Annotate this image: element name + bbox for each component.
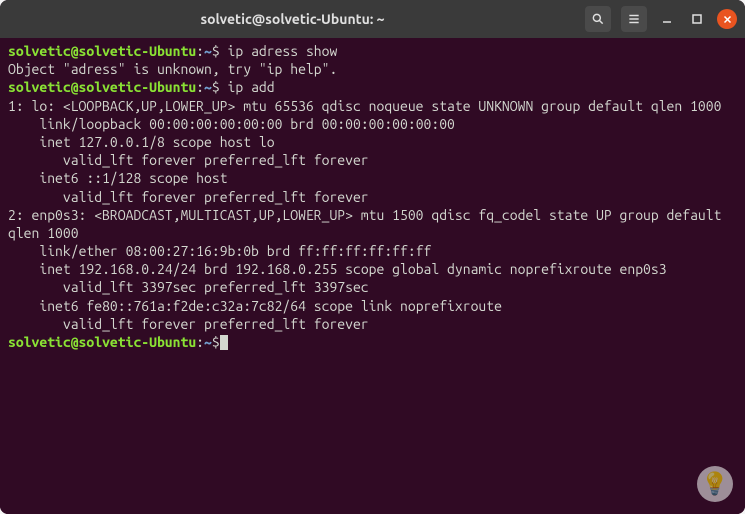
output-line: valid_lft forever preferred_lft forever	[8, 152, 369, 168]
titlebar: solvetic@solvetic-Ubuntu: ~	[0, 0, 745, 38]
terminal-body[interactable]: solvetic@solvetic-Ubuntu:~$ ip adress sh…	[0, 38, 745, 514]
output-line: Object "adress" is unknown, try "ip help…	[8, 61, 337, 77]
prompt-user-host: solvetic@solvetic-Ubuntu	[8, 334, 196, 350]
hamburger-icon	[627, 12, 641, 26]
output-line: inet6 fe80::761a:f2de:c32a:7c82/64 scope…	[8, 298, 510, 314]
prompt-path: ~	[204, 334, 212, 350]
output-line: valid_lft forever preferred_lft forever	[8, 189, 369, 205]
close-button[interactable]	[717, 9, 737, 29]
output-line: inet6 ::1/128 scope host	[8, 170, 235, 186]
command-1: ip adress show	[220, 43, 338, 59]
output-line: inet 192.168.0.24/24 brd 192.168.0.255 s…	[8, 261, 667, 277]
prompt-user-host: solvetic@solvetic-Ubuntu	[8, 43, 196, 59]
prompt-user-host: solvetic@solvetic-Ubuntu	[8, 79, 196, 95]
search-icon	[591, 12, 605, 26]
output-line: link/ether 08:00:27:16:9b:0b brd ff:ff:f…	[8, 243, 431, 259]
output-line: link/loopback 00:00:00:00:00:00 brd 00:0…	[8, 116, 455, 132]
output-line: valid_lft 3397sec preferred_lft 3397sec	[8, 279, 369, 295]
output-line: inet 127.0.0.1/8 scope host lo	[8, 134, 275, 150]
output-line: valid_lft forever preferred_lft forever	[8, 316, 369, 332]
minimize-icon	[661, 13, 673, 25]
prompt-colon: :	[196, 43, 204, 59]
close-icon	[723, 15, 732, 24]
titlebar-controls	[585, 6, 737, 32]
prompt-path: ~	[204, 79, 212, 95]
search-button[interactable]	[585, 6, 611, 32]
window-title: solvetic@solvetic-Ubuntu: ~	[201, 11, 385, 27]
prompt-colon: :	[196, 334, 204, 350]
cursor	[220, 335, 228, 350]
prompt-dollar: $	[212, 79, 220, 95]
prompt-path: ~	[204, 43, 212, 59]
minimize-button[interactable]	[657, 9, 677, 29]
output-line: 2: enp0s3: <BROADCAST,MULTICAST,UP,LOWER…	[8, 207, 729, 241]
menu-button[interactable]	[621, 6, 647, 32]
watermark-icon: 💡	[697, 466, 733, 502]
prompt-dollar: $	[212, 43, 220, 59]
prompt-colon: :	[196, 79, 204, 95]
output-line: 1: lo: <LOOPBACK,UP,LOWER_UP> mtu 65536 …	[8, 98, 721, 114]
terminal-window: solvetic@solvetic-Ubuntu: ~ solvetic@sol…	[0, 0, 745, 514]
maximize-button[interactable]	[687, 9, 707, 29]
maximize-icon	[691, 13, 703, 25]
command-2: ip add	[220, 79, 275, 95]
prompt-dollar: $	[212, 334, 220, 350]
